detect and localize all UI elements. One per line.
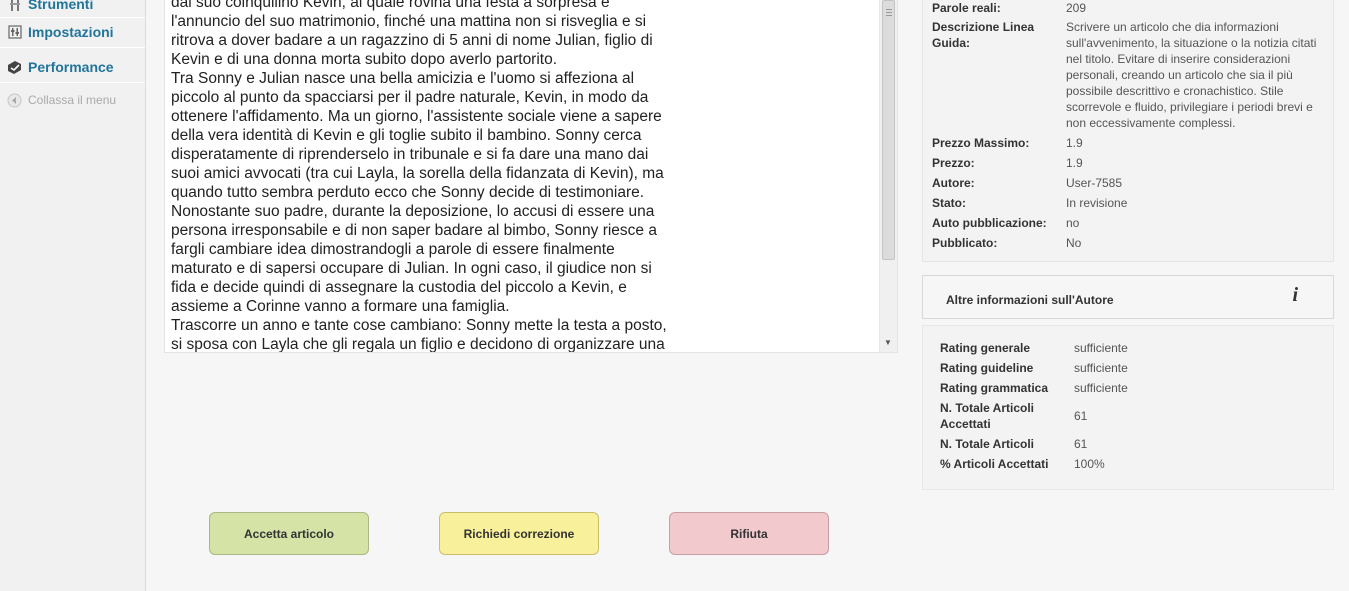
author-key: N. Totale Articoli Accettati bbox=[940, 401, 1035, 431]
sidebar-item-performance[interactable]: Performance bbox=[0, 54, 145, 80]
info-key: Autore: bbox=[932, 176, 975, 190]
author-value: sufficiente bbox=[1074, 341, 1128, 355]
tools-icon bbox=[7, 0, 22, 12]
author-value: 61 bbox=[1074, 409, 1088, 423]
author-value: 61 bbox=[1074, 437, 1088, 451]
info-key: Prezzo: bbox=[932, 156, 975, 170]
sidebar-item-label: Performance bbox=[28, 59, 114, 75]
info-key: Parole reali: bbox=[932, 1, 1001, 15]
author-row: N. Totale Articoli Accettati 61 bbox=[940, 400, 1087, 432]
author-info-title: Altre informazioni sull'Autore bbox=[946, 293, 1114, 307]
info-value: Scrivere un articolo che dia informazion… bbox=[1066, 20, 1317, 130]
author-key: N. Totale Articoli bbox=[940, 437, 1035, 451]
info-value: 1.9 bbox=[1066, 156, 1083, 170]
info-value: In revisione bbox=[1066, 196, 1128, 210]
author-info-panel: Rating generale sufficiente Rating guide… bbox=[922, 325, 1334, 490]
scroll-grip bbox=[886, 9, 892, 10]
request-correction-button[interactable]: Richiedi correzione bbox=[439, 512, 599, 555]
collapse-menu-label: Collassa il menu bbox=[28, 93, 117, 107]
scroll-grip bbox=[886, 15, 892, 16]
info-value: 1.9 bbox=[1066, 136, 1083, 150]
article-info-panel: Parole reali: 209 Descrizione Linea Guid… bbox=[922, 0, 1334, 262]
info-key: Auto pubblicazione: bbox=[932, 216, 1047, 230]
info-row: Pubblicato: No bbox=[932, 235, 1326, 251]
sidebar-item-label: Impostazioni bbox=[28, 24, 114, 40]
info-key: Pubblicato: bbox=[932, 236, 998, 250]
author-row: Rating guideline sufficiente bbox=[940, 360, 1128, 376]
info-key: Prezzo Massimo: bbox=[932, 136, 1030, 150]
author-key: % Articoli Accettati bbox=[940, 457, 1049, 471]
info-row: Descrizione Linea Guida: Scrivere un art… bbox=[932, 19, 1328, 131]
sidebar-item-impostazioni[interactable]: Impostazioni bbox=[0, 19, 145, 45]
sidebar-divider bbox=[0, 17, 145, 18]
info-row: Autore: User-7585 bbox=[932, 175, 1326, 191]
reject-button[interactable]: Rifiuta bbox=[669, 512, 829, 555]
info-key: Descrizione Linea Guida: bbox=[932, 20, 1035, 50]
author-row: % Articoli Accettati 100% bbox=[940, 456, 1105, 472]
info-value: no bbox=[1066, 216, 1080, 230]
sidebar-item-label: Strumenti bbox=[28, 0, 94, 12]
scroll-grip bbox=[886, 12, 892, 13]
collapse-menu-button[interactable]: Collassa il menu bbox=[0, 87, 145, 113]
author-row: N. Totale Articoli 61 bbox=[940, 436, 1087, 452]
admin-sidebar: Strumenti Impostazioni Performance Colla… bbox=[0, 0, 146, 591]
sidebar-divider bbox=[0, 47, 145, 48]
info-value: No bbox=[1066, 236, 1082, 250]
sidebar-item-strumenti[interactable]: Strumenti bbox=[0, 0, 145, 17]
author-row: Rating generale sufficiente bbox=[940, 340, 1128, 356]
info-row: Auto pubblicazione: no bbox=[932, 215, 1326, 231]
sidebar-divider bbox=[0, 82, 145, 83]
info-icon[interactable]: i bbox=[1292, 284, 1298, 307]
author-row: Rating grammatica sufficiente bbox=[940, 380, 1128, 396]
author-key: Rating guideline bbox=[940, 361, 1034, 375]
author-key: Rating generale bbox=[940, 341, 1031, 355]
author-key: Rating grammatica bbox=[940, 381, 1049, 395]
article-textarea[interactable]: dal suo coinquilino Kevin, al quale rovi… bbox=[164, 0, 898, 353]
settings-icon bbox=[7, 25, 22, 40]
author-info-header[interactable]: Altre informazioni sull'Autore i bbox=[922, 275, 1334, 319]
info-row: Stato: In revisione bbox=[932, 195, 1326, 211]
scrollbar-thumb[interactable] bbox=[882, 0, 895, 260]
info-key: Stato: bbox=[932, 196, 966, 210]
info-value: 209 bbox=[1066, 1, 1087, 15]
info-value: User-7585 bbox=[1066, 176, 1123, 190]
author-value: sufficiente bbox=[1074, 381, 1128, 395]
author-value: 100% bbox=[1074, 457, 1105, 471]
article-text: dal suo coinquilino Kevin, al quale rovi… bbox=[171, 0, 667, 353]
main-content: dal suo coinquilino Kevin, al quale rovi… bbox=[146, 0, 1349, 591]
performance-icon bbox=[7, 60, 22, 75]
scroll-down-arrow-icon[interactable]: ▼ bbox=[880, 338, 896, 347]
info-row: Prezzo: 1.9 bbox=[932, 155, 1326, 171]
accept-article-button[interactable]: Accetta articolo bbox=[209, 512, 369, 555]
author-value: sufficiente bbox=[1074, 361, 1128, 375]
collapse-arrow-icon bbox=[7, 93, 22, 108]
info-row: Parole reali: 209 bbox=[932, 0, 1326, 16]
article-scrollbar[interactable]: ▼ bbox=[879, 0, 897, 352]
info-row: Prezzo Massimo: 1.9 bbox=[932, 135, 1326, 151]
